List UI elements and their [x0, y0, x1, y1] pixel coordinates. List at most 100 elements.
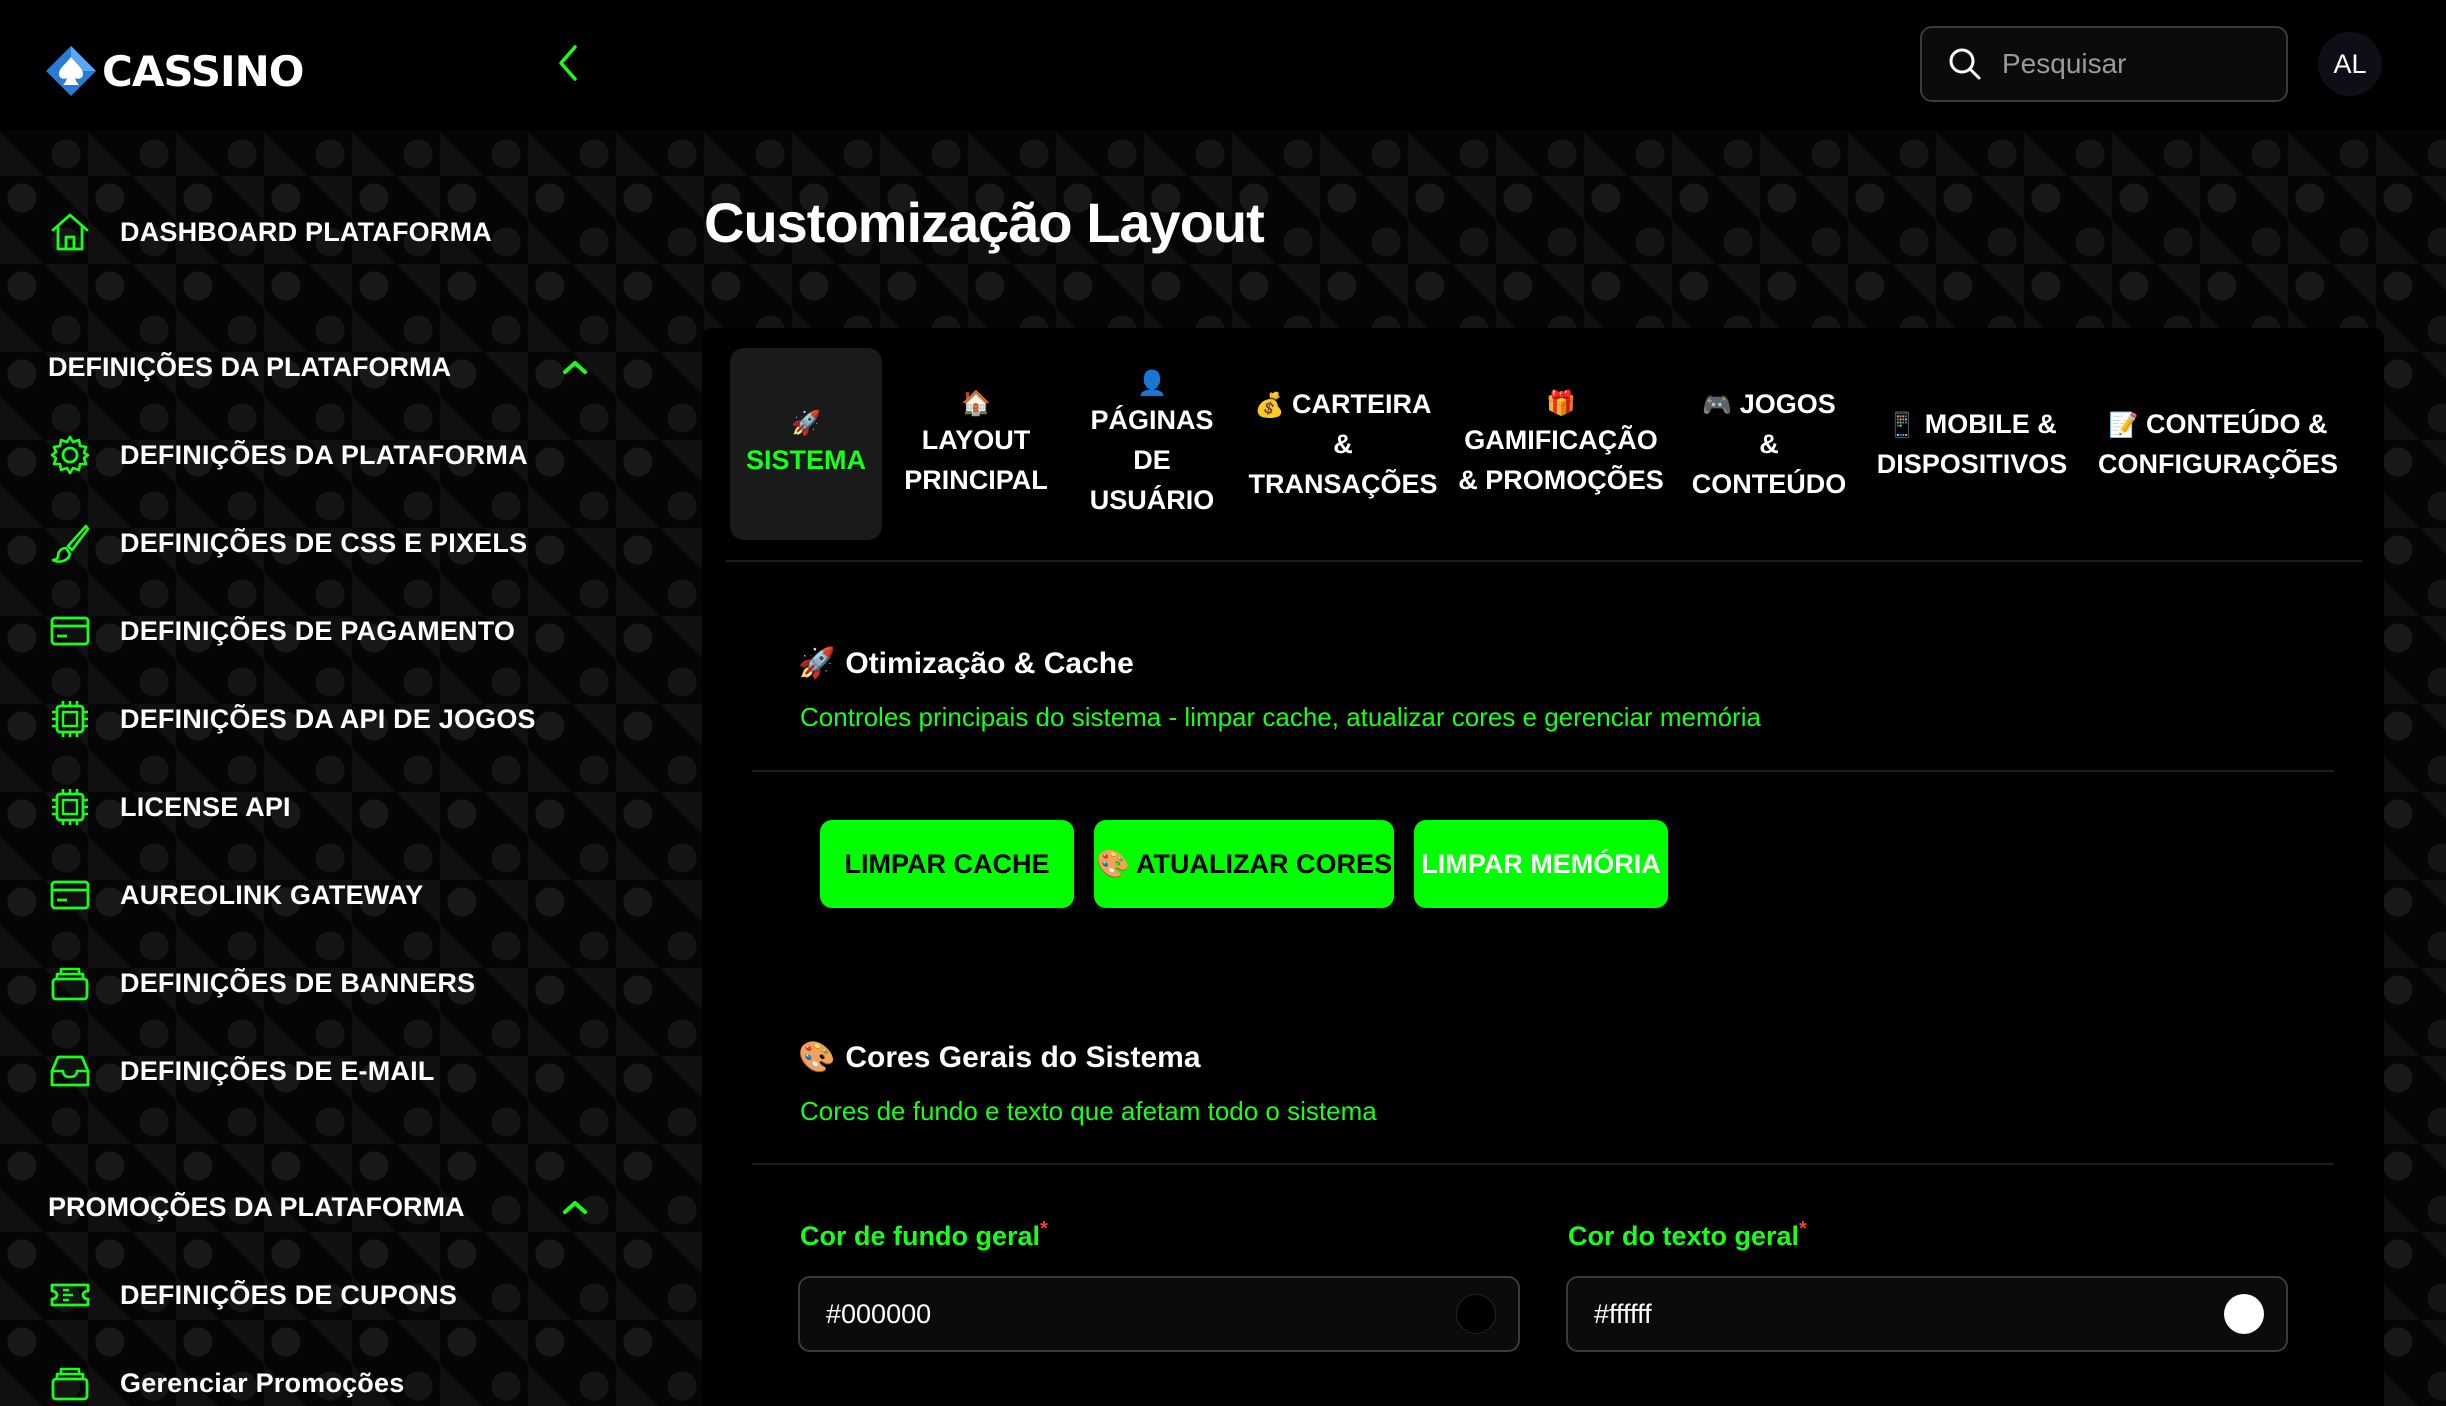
update-colors-button[interactable]: 🎨 ATUALIZAR CORES — [1094, 820, 1394, 908]
text-color-field[interactable] — [1566, 1276, 2288, 1352]
sidebar-item-games-api[interactable]: DEFINIÇÕES DA API DE JOGOS — [48, 689, 536, 749]
tab-label: CONTEÚDO — [1691, 469, 1847, 499]
colors-section-title: 🎨 Cores Gerais do Sistema — [798, 1040, 1201, 1075]
tab-label: DISPOSITIVOS — [1876, 449, 2068, 479]
credit-card-icon — [48, 873, 92, 917]
tab-mobile-dispositivos[interactable]: 📱 MOBILE & DISPOSITIVOS — [1870, 348, 2074, 540]
sidebar-item-aureolink-gateway[interactable]: AUREOLINK GATEWAY — [48, 865, 423, 925]
user-avatar[interactable]: AL — [2318, 32, 2382, 96]
bg-color-field[interactable] — [798, 1276, 1520, 1352]
stack-icon — [48, 1361, 92, 1405]
sidebar-item-label: DEFINIÇÕES DA PLATAFORMA — [120, 439, 528, 470]
bg-color-input[interactable] — [826, 1298, 1386, 1330]
tab-label: LAYOUT — [921, 425, 1031, 455]
clear-cache-button[interactable]: LIMPAR CACHE — [820, 820, 1074, 908]
chip-icon — [48, 785, 92, 829]
tab-carteira-transacoes[interactable]: 💰 CARTEIRA & TRANSAÇÕES — [1248, 348, 1438, 540]
tab-label-row: 📝 CONTEÚDO & — [2109, 404, 2328, 444]
top-bar: CASSINO AL — [0, 0, 2446, 130]
tab-label: & PROMOÇÕES — [1458, 465, 1664, 495]
required-mark: * — [1040, 1218, 1048, 1240]
ticket-icon — [48, 1273, 92, 1317]
money-bag-icon: 💰 — [1254, 392, 1285, 419]
tab-paginas-usuario[interactable]: 👤 PÁGINAS DE USUÁRIO — [1072, 348, 1232, 540]
gift-icon: 🎁 — [1546, 390, 1576, 417]
cache-section-title: 🚀 Otimização & Cache — [798, 646, 1134, 681]
logo[interactable]: CASSINO — [44, 44, 304, 98]
text-color-label: Cor do texto geral* — [1568, 1218, 1807, 1252]
section-title: PROMOÇÕES DA PLATAFORMA — [48, 1191, 465, 1222]
memo-icon: 📝 — [2108, 412, 2139, 439]
tab-label: MOBILE & — [1924, 409, 2057, 439]
page-title: Customização Layout — [704, 191, 1265, 254]
label-text: Cor do texto geral — [1568, 1221, 1800, 1251]
tab-label: CARTEIRA — [1291, 389, 1432, 419]
text-color-input[interactable] — [1594, 1298, 2154, 1330]
search-box[interactable] — [1920, 26, 2288, 102]
chip-icon — [48, 697, 92, 741]
colors-section-subtitle: Cores de fundo e texto que afetam todo o… — [800, 1096, 1377, 1126]
sidebar-item-payment[interactable]: DEFINIÇÕES DE PAGAMENTO — [48, 601, 515, 661]
section-divider — [752, 1163, 2334, 1165]
section-divider — [752, 770, 2334, 772]
tab-label: USUÁRIO — [1089, 485, 1215, 515]
sidebar-item-email[interactable]: DEFINIÇÕES DE E-MAIL — [48, 1041, 435, 1101]
sidebar: DASHBOARD PLATAFORMA DEFINIÇÕES DA PLATA… — [0, 130, 640, 1406]
sidebar-item-license-api[interactable]: LICENSE API — [48, 777, 291, 837]
tab-label: CONFIGURAÇÕES — [2097, 449, 2338, 479]
sidebar-item-platform-settings[interactable]: DEFINIÇÕES DA PLATAFORMA — [48, 425, 528, 485]
gear-icon — [48, 433, 92, 477]
sidebar-item-manage-promotions[interactable]: Gerenciar Promoções — [48, 1353, 404, 1406]
text-color-swatch[interactable] — [2224, 1294, 2264, 1334]
sidebar-item-label: DEFINIÇÕES DE CUPONS — [120, 1279, 458, 1310]
sidebar-item-label: AUREOLINK GATEWAY — [120, 879, 424, 910]
sidebar-item-label: DEFINIÇÕES DE BANNERS — [120, 967, 476, 998]
palette-icon: 🎨 — [798, 1041, 836, 1074]
gamepad-icon: 🎮 — [1702, 392, 1733, 419]
tab-conteudo-configuracoes[interactable]: 📝 CONTEÚDO & CONFIGURAÇÕES — [2090, 348, 2346, 540]
sidebar-item-banners[interactable]: DEFINIÇÕES DE BANNERS — [48, 953, 475, 1013]
required-mark: * — [1799, 1218, 1807, 1240]
tab-label: SISTEMA — [745, 445, 866, 475]
sidebar-item-label: Gerenciar Promoções — [120, 1367, 405, 1398]
chevron-up-icon — [563, 1201, 587, 1214]
section-title-text: Otimização & Cache — [845, 646, 1134, 680]
clear-memory-button[interactable]: LIMPAR MEMÓRIA — [1414, 820, 1668, 908]
home-icon — [48, 210, 92, 254]
search-input[interactable] — [2002, 48, 2242, 80]
sidebar-item-label: DEFINIÇÕES DE E-MAIL — [120, 1055, 435, 1086]
tab-label-row: 💰 CARTEIRA — [1255, 384, 1432, 424]
tab-label: & — [1759, 429, 1779, 459]
rocket-icon: 🚀 — [791, 410, 821, 437]
sidebar-item-label: LICENSE API — [120, 791, 291, 822]
tab-label: GAMIFICAÇÃO — [1464, 425, 1658, 455]
bg-color-swatch[interactable] — [1456, 1294, 1496, 1334]
user-icon: 👤 — [1137, 370, 1167, 397]
sidebar-item-dashboard[interactable]: DASHBOARD PLATAFORMA — [48, 202, 492, 262]
tab-gamificacao-promocoes[interactable]: 🎁 GAMIFICAÇÃO & PROMOÇÕES — [1456, 348, 1666, 540]
chevron-up-icon — [563, 361, 587, 374]
tab-label: PRINCIPAL — [904, 465, 1048, 495]
section-toggle-promotions[interactable]: PROMOÇÕES DA PLATAFORMA — [48, 1182, 588, 1232]
logo-text: CASSINO — [102, 46, 304, 96]
section-toggle-platform-settings[interactable]: DEFINIÇÕES DA PLATAFORMA — [48, 342, 588, 392]
brush-icon — [48, 521, 92, 565]
search-icon — [1949, 48, 1981, 80]
tab-layout-principal[interactable]: 🏠 LAYOUT PRINCIPAL — [896, 348, 1056, 540]
tab-label-row: 🎮 JOGOS — [1702, 384, 1835, 424]
section-title: DEFINIÇÕES DA PLATAFORMA — [48, 351, 451, 382]
sidebar-item-coupons[interactable]: DEFINIÇÕES DE CUPONS — [48, 1265, 457, 1325]
tab-jogos-conteudo[interactable]: 🎮 JOGOS & CONTEÚDO — [1684, 348, 1854, 540]
section-title-text: Cores Gerais do Sistema — [845, 1040, 1201, 1074]
tab-label: & — [1333, 429, 1353, 459]
house-icon: 🏠 — [961, 390, 991, 417]
spade-diamond-logo-icon — [46, 46, 96, 96]
tab-sistema[interactable]: 🚀 SISTEMA — [730, 348, 882, 540]
sidebar-item-label: DEFINIÇÕES DE CSS E PIXELS — [120, 527, 528, 558]
sidebar-item-label: DEFINIÇÕES DE PAGAMENTO — [120, 615, 516, 646]
collapse-sidebar-button[interactable] — [548, 40, 588, 86]
tab-label: DE — [1133, 445, 1171, 475]
credit-card-icon — [48, 609, 92, 653]
tab-label-row: 📱 MOBILE & — [1887, 404, 2056, 444]
sidebar-item-css-pixels[interactable]: DEFINIÇÕES DE CSS E PIXELS — [48, 513, 527, 573]
